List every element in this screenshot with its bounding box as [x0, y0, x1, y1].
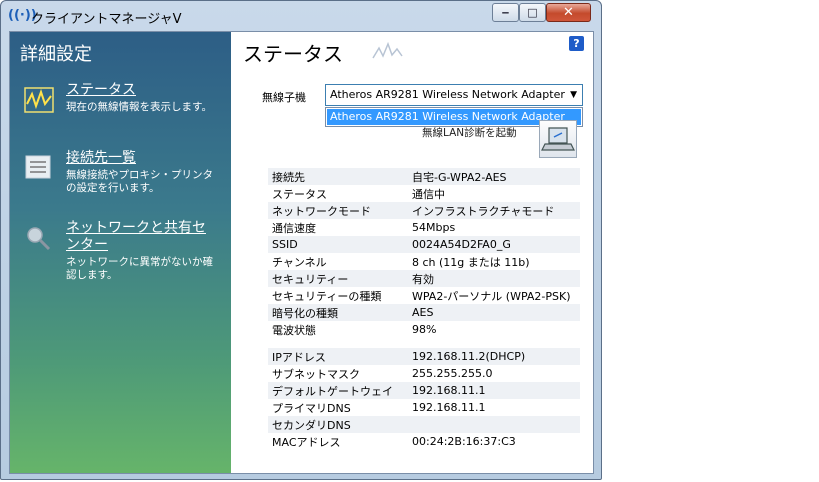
sidebar-title: 詳細設定 [20, 44, 92, 65]
info-key: IPアドレス [268, 348, 408, 365]
title-bar[interactable]: ((·)) クライアントマネージャV ‒ □ ✕ [1, 1, 601, 31]
info-key: チャンネル [272, 255, 327, 269]
info-key: デフォルトゲートウェイ [268, 382, 408, 399]
maximize-button[interactable]: □ [519, 3, 546, 22]
table-row: ネットワークモード インフラストラクチャモード [268, 202, 580, 219]
info-value: 98% [412, 323, 437, 336]
sidebar-item-label[interactable]: ネットワークと共有センター [66, 220, 216, 254]
info-key: SSID [268, 236, 408, 253]
sidebar-item-description: ネットワークに異常がないか確認します。 [66, 256, 213, 281]
table-row: 接続先 自宅-G-WPA2-AES [268, 168, 580, 185]
status-wave-icon [372, 41, 403, 59]
info-value: 自宅-G-WPA2-AES [408, 168, 580, 185]
info-key: プライマリDNS [272, 401, 351, 415]
sidebar: 詳細設定 ステータス 現在の無線情報を表示します。 接続先一覧 無線接続やプロキ… [10, 32, 231, 473]
sidebar-item-description: 現在の無線情報を表示します。 [66, 101, 212, 113]
info-key: ネットワークモード [268, 202, 408, 219]
diagnose-button[interactable] [539, 120, 577, 158]
info-key: ステータス [272, 187, 327, 201]
info-key: サブネットマスク [272, 367, 360, 381]
main-panel: ステータス ? 無線子機 Atheros AR9281 Wireless Net… [231, 32, 593, 473]
table-row: サブネットマスク 255.255.255.0 [268, 365, 580, 382]
chevron-down-icon[interactable]: ▼ [570, 85, 577, 105]
info-key: セキュリティー [268, 270, 408, 287]
minimize-icon: ‒ [501, 6, 510, 19]
page-title: ステータス [243, 42, 343, 66]
maximize-icon: □ [527, 6, 538, 19]
adapter-select[interactable]: Atheros AR9281 Wireless Network Adapter … [325, 84, 583, 106]
adapter-select-value: Atheros AR9281 Wireless Network Adapter [330, 88, 565, 101]
network-info-table: IPアドレス 192.168.11.2(DHCP) サブネットマスク 255.255.… [268, 348, 580, 450]
info-key: 電波状態 [272, 323, 316, 337]
table-row: MACアドレス 00:24:2B:16:37:C3 [268, 433, 580, 450]
sidebar-item-label[interactable]: 接続先一覧 [66, 150, 216, 167]
diagnose-label: 無線LAN診断を起動 [422, 127, 517, 139]
table-row: デフォルトゲートウェイ 192.168.11.1 [268, 382, 580, 399]
close-icon: ✕ [563, 5, 574, 20]
info-value: 192.168.11.2(DHCP) [408, 348, 580, 365]
client-area: 詳細設定 ステータス 現在の無線情報を表示します。 接続先一覧 無線接続やプロキ… [9, 31, 594, 474]
minimize-button[interactable]: ‒ [492, 3, 519, 22]
info-key: セキュリティーの種類 [272, 289, 382, 303]
table-row: SSID 0024A54D2FA0_G [268, 236, 580, 253]
connection-info-table: 接続先 自宅-G-WPA2-AES ステータス 通信中 ネットワークモード インフラストラ… [268, 168, 580, 338]
close-button[interactable]: ✕ [546, 3, 591, 22]
info-value: WPA2-パーソナル (WPA2-PSK) [412, 289, 571, 303]
table-row: IPアドレス 192.168.11.2(DHCP) [268, 348, 580, 365]
adapter-label: 無線子機 [262, 91, 306, 104]
info-value: 00:24:2B:16:37:C3 [412, 435, 516, 448]
info-value: 有効 [408, 270, 580, 287]
info-value: 255.255.255.0 [412, 367, 493, 380]
status-wave-icon [24, 87, 54, 113]
app-window: ((·)) クライアントマネージャV ‒ □ ✕ 詳細設定 ステータス 現在の無… [0, 0, 602, 480]
info-value: 0024A54D2FA0_G [408, 236, 580, 253]
info-key: セカンダリDNS [268, 416, 408, 433]
info-value: 192.168.11.1 [412, 401, 486, 414]
info-key: 暗号化の種類 [268, 304, 408, 321]
laptop-diagnose-icon [541, 127, 575, 151]
sidebar-item-description: 無線接続やプロキシ・プリンタの設定を行います。 [66, 169, 213, 194]
list-icon [25, 155, 51, 179]
wireless-app-icon: ((·)) [8, 8, 37, 23]
info-value: AES [408, 304, 580, 321]
table-row: ステータス 通信中 [268, 185, 580, 202]
info-key: MACアドレス [272, 435, 341, 449]
table-row: チャンネル 8 ch (11g または 11b) [268, 253, 580, 270]
info-value: 54Mbps [412, 221, 456, 234]
info-key: 接続先 [268, 168, 408, 185]
table-row: 通信速度 54Mbps [268, 219, 580, 236]
table-row: セキュリティーの種類 WPA2-パーソナル (WPA2-PSK) [268, 287, 580, 304]
magnifier-icon [27, 227, 51, 251]
info-value: 8 ch (11g または 11b) [412, 255, 530, 269]
table-row: 暗号化の種類 AES [268, 304, 580, 321]
info-key: 通信速度 [272, 221, 316, 235]
info-value: 通信中 [412, 187, 445, 201]
sidebar-item-label[interactable]: ステータス [66, 82, 216, 99]
info-value [408, 416, 580, 433]
table-row: セキュリティー 有効 [268, 270, 580, 287]
info-value: インフラストラクチャモード [408, 202, 580, 219]
table-row: 電波状態 98% [268, 321, 580, 338]
help-icon[interactable]: ? [569, 36, 584, 51]
table-row: プライマリDNS 192.168.11.1 [268, 399, 580, 416]
table-row: セカンダリDNS [268, 416, 580, 433]
info-value: 192.168.11.1 [408, 382, 580, 399]
window-title: クライアントマネージャV [31, 12, 182, 27]
